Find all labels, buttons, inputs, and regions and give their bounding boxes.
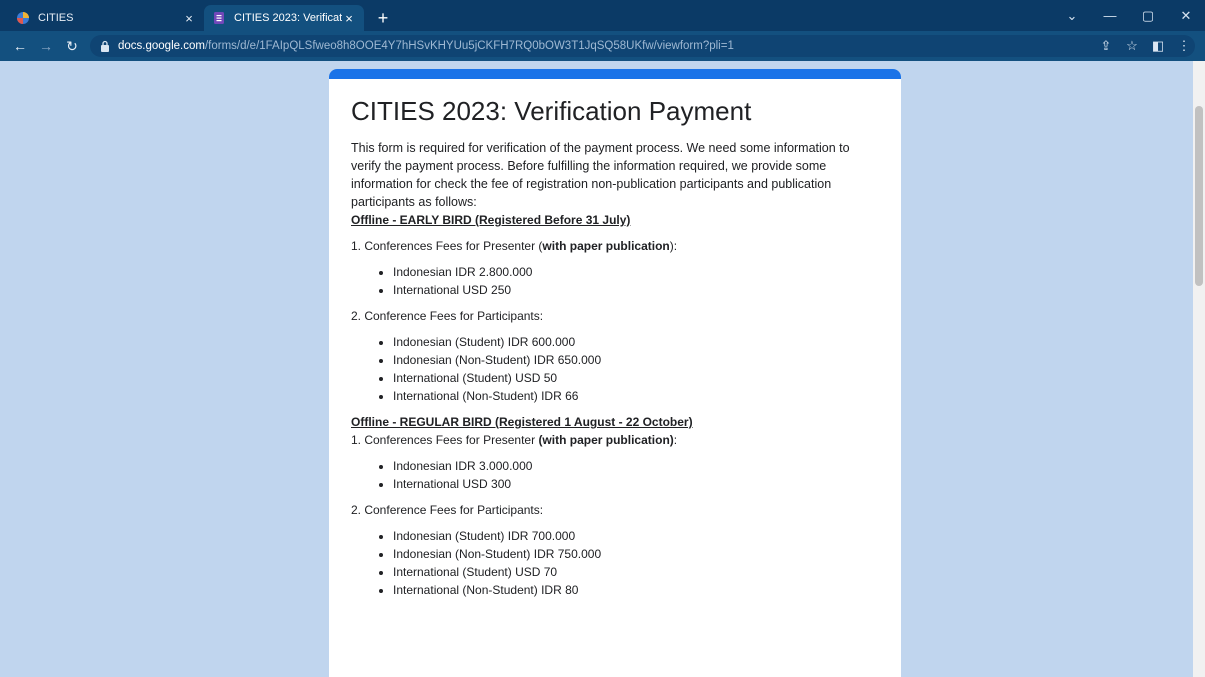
presenter-label-suffix: ): — [669, 239, 678, 253]
presenter-fee-list: Indonesian IDR 3.000.000 International U… — [351, 457, 879, 493]
forward-arrow-icon[interactable]: → — [36, 36, 56, 56]
list-item: Indonesian (Non-Student) IDR 650.000 — [393, 351, 879, 369]
list-item: Indonesian (Non-Student) IDR 750.000 — [393, 545, 879, 563]
list-item: International USD 300 — [393, 475, 879, 493]
lock-icon — [101, 40, 109, 52]
presenter-fees-label: 1. Conferences Fees for Presenter (with … — [351, 431, 879, 449]
list-item: Indonesian (Student) IDR 600.000 — [393, 333, 879, 351]
tab-search-icon[interactable]: ⌄ — [1053, 8, 1091, 24]
participant-fee-list: Indonesian (Student) IDR 700.000 Indones… — [351, 527, 879, 599]
window-controls: ⌄ — ▢ ✕ — [1053, 0, 1205, 31]
presenter-label-prefix: 1. Conferences Fees for Presenter ( — [351, 239, 543, 253]
close-tab-icon[interactable]: × — [342, 11, 356, 26]
list-item: Indonesian (Student) IDR 700.000 — [393, 527, 879, 545]
page-scrollbar[interactable] — [1193, 61, 1205, 677]
url-host: docs.google.com — [118, 40, 205, 52]
form-description: CITIES 2023: Verification Payment This f… — [329, 79, 901, 599]
maximize-icon[interactable]: ▢ — [1129, 8, 1167, 24]
list-item: International (Non-Student) IDR 66 — [393, 387, 879, 405]
list-item: International USD 250 — [393, 281, 879, 299]
participant-fees-label: 2. Conference Fees for Participants: — [351, 309, 544, 323]
list-item: Indonesian IDR 3.000.000 — [393, 457, 879, 475]
google-forms-icon — [214, 12, 224, 24]
section-heading-early-bird: Offline - EARLY BIRD (Registered Before … — [351, 213, 631, 227]
close-tab-icon[interactable]: × — [182, 11, 196, 26]
presenter-label-prefix: 1. Conferences Fees for Presenter — [351, 433, 539, 447]
share-icon[interactable]: ⇪ — [1093, 38, 1119, 54]
participant-fee-list: Indonesian (Student) IDR 600.000 Indones… — [351, 333, 879, 405]
presenter-fees-label: 1. Conferences Fees for Presenter (with … — [351, 237, 879, 255]
toolbar-icons: ⇪ ☆ ◧ ⋮ — [1093, 35, 1197, 57]
form-accent-bar — [329, 69, 901, 79]
list-item: Indonesian IDR 2.800.000 — [393, 263, 879, 281]
cities-logo-icon — [17, 12, 29, 24]
form-title: CITIES 2023: Verification Payment — [351, 96, 752, 126]
presenter-label-bold: with paper publication — [542, 239, 670, 253]
tab-verification-payment[interactable]: CITIES 2023: Verification Payment × — [204, 5, 364, 31]
presenter-label-bold: (with paper publication) — [538, 433, 674, 447]
presenter-label-suffix: : — [673, 433, 678, 447]
form-header-card: CITIES 2023: Verification Payment This f… — [329, 69, 901, 677]
menu-kebab-icon[interactable]: ⋮ — [1171, 38, 1197, 54]
side-panel-icon[interactable]: ◧ — [1145, 38, 1171, 54]
back-arrow-icon[interactable]: ← — [10, 36, 30, 56]
form-intro: This form is required for verification o… — [351, 141, 850, 209]
browser-toolbar: ← → ↻ docs.google.com/forms/d/e/1FAIpQLS… — [0, 31, 1205, 61]
minimize-icon[interactable]: — — [1091, 8, 1129, 23]
tab-cities[interactable]: CITIES × — [8, 5, 204, 31]
section-heading-regular-bird: Offline - REGULAR BIRD (Registered 1 Aug… — [351, 415, 693, 429]
presenter-fee-list: Indonesian IDR 2.800.000 International U… — [351, 263, 879, 299]
page-viewport: CITIES 2023: Verification Payment This f… — [0, 61, 1205, 677]
browser-tab-strip: CITIES × CITIES 2023: Verification Payme… — [0, 0, 1205, 31]
scrollbar-thumb[interactable] — [1195, 106, 1203, 286]
list-item: International (Non-Student) IDR 80 — [393, 581, 879, 599]
url-path: /forms/d/e/1FAIpQLSfweo8h8OOE4Y7hHSvKHYU… — [204, 40, 734, 52]
reload-icon[interactable]: ↻ — [62, 36, 82, 56]
address-bar[interactable]: docs.google.com/forms/d/e/1FAIpQLSfweo8h… — [90, 35, 1195, 57]
list-item: International (Student) USD 70 — [393, 563, 879, 581]
new-tab-button[interactable]: + — [372, 7, 394, 29]
tab-title: CITIES 2023: Verification Payment — [234, 12, 342, 24]
participant-fees-label: 2. Conference Fees for Participants: — [351, 503, 544, 517]
close-window-icon[interactable]: ✕ — [1167, 8, 1205, 24]
tab-title: CITIES — [38, 12, 74, 24]
bookmark-star-icon[interactable]: ☆ — [1119, 38, 1145, 54]
list-item: International (Student) USD 50 — [393, 369, 879, 387]
